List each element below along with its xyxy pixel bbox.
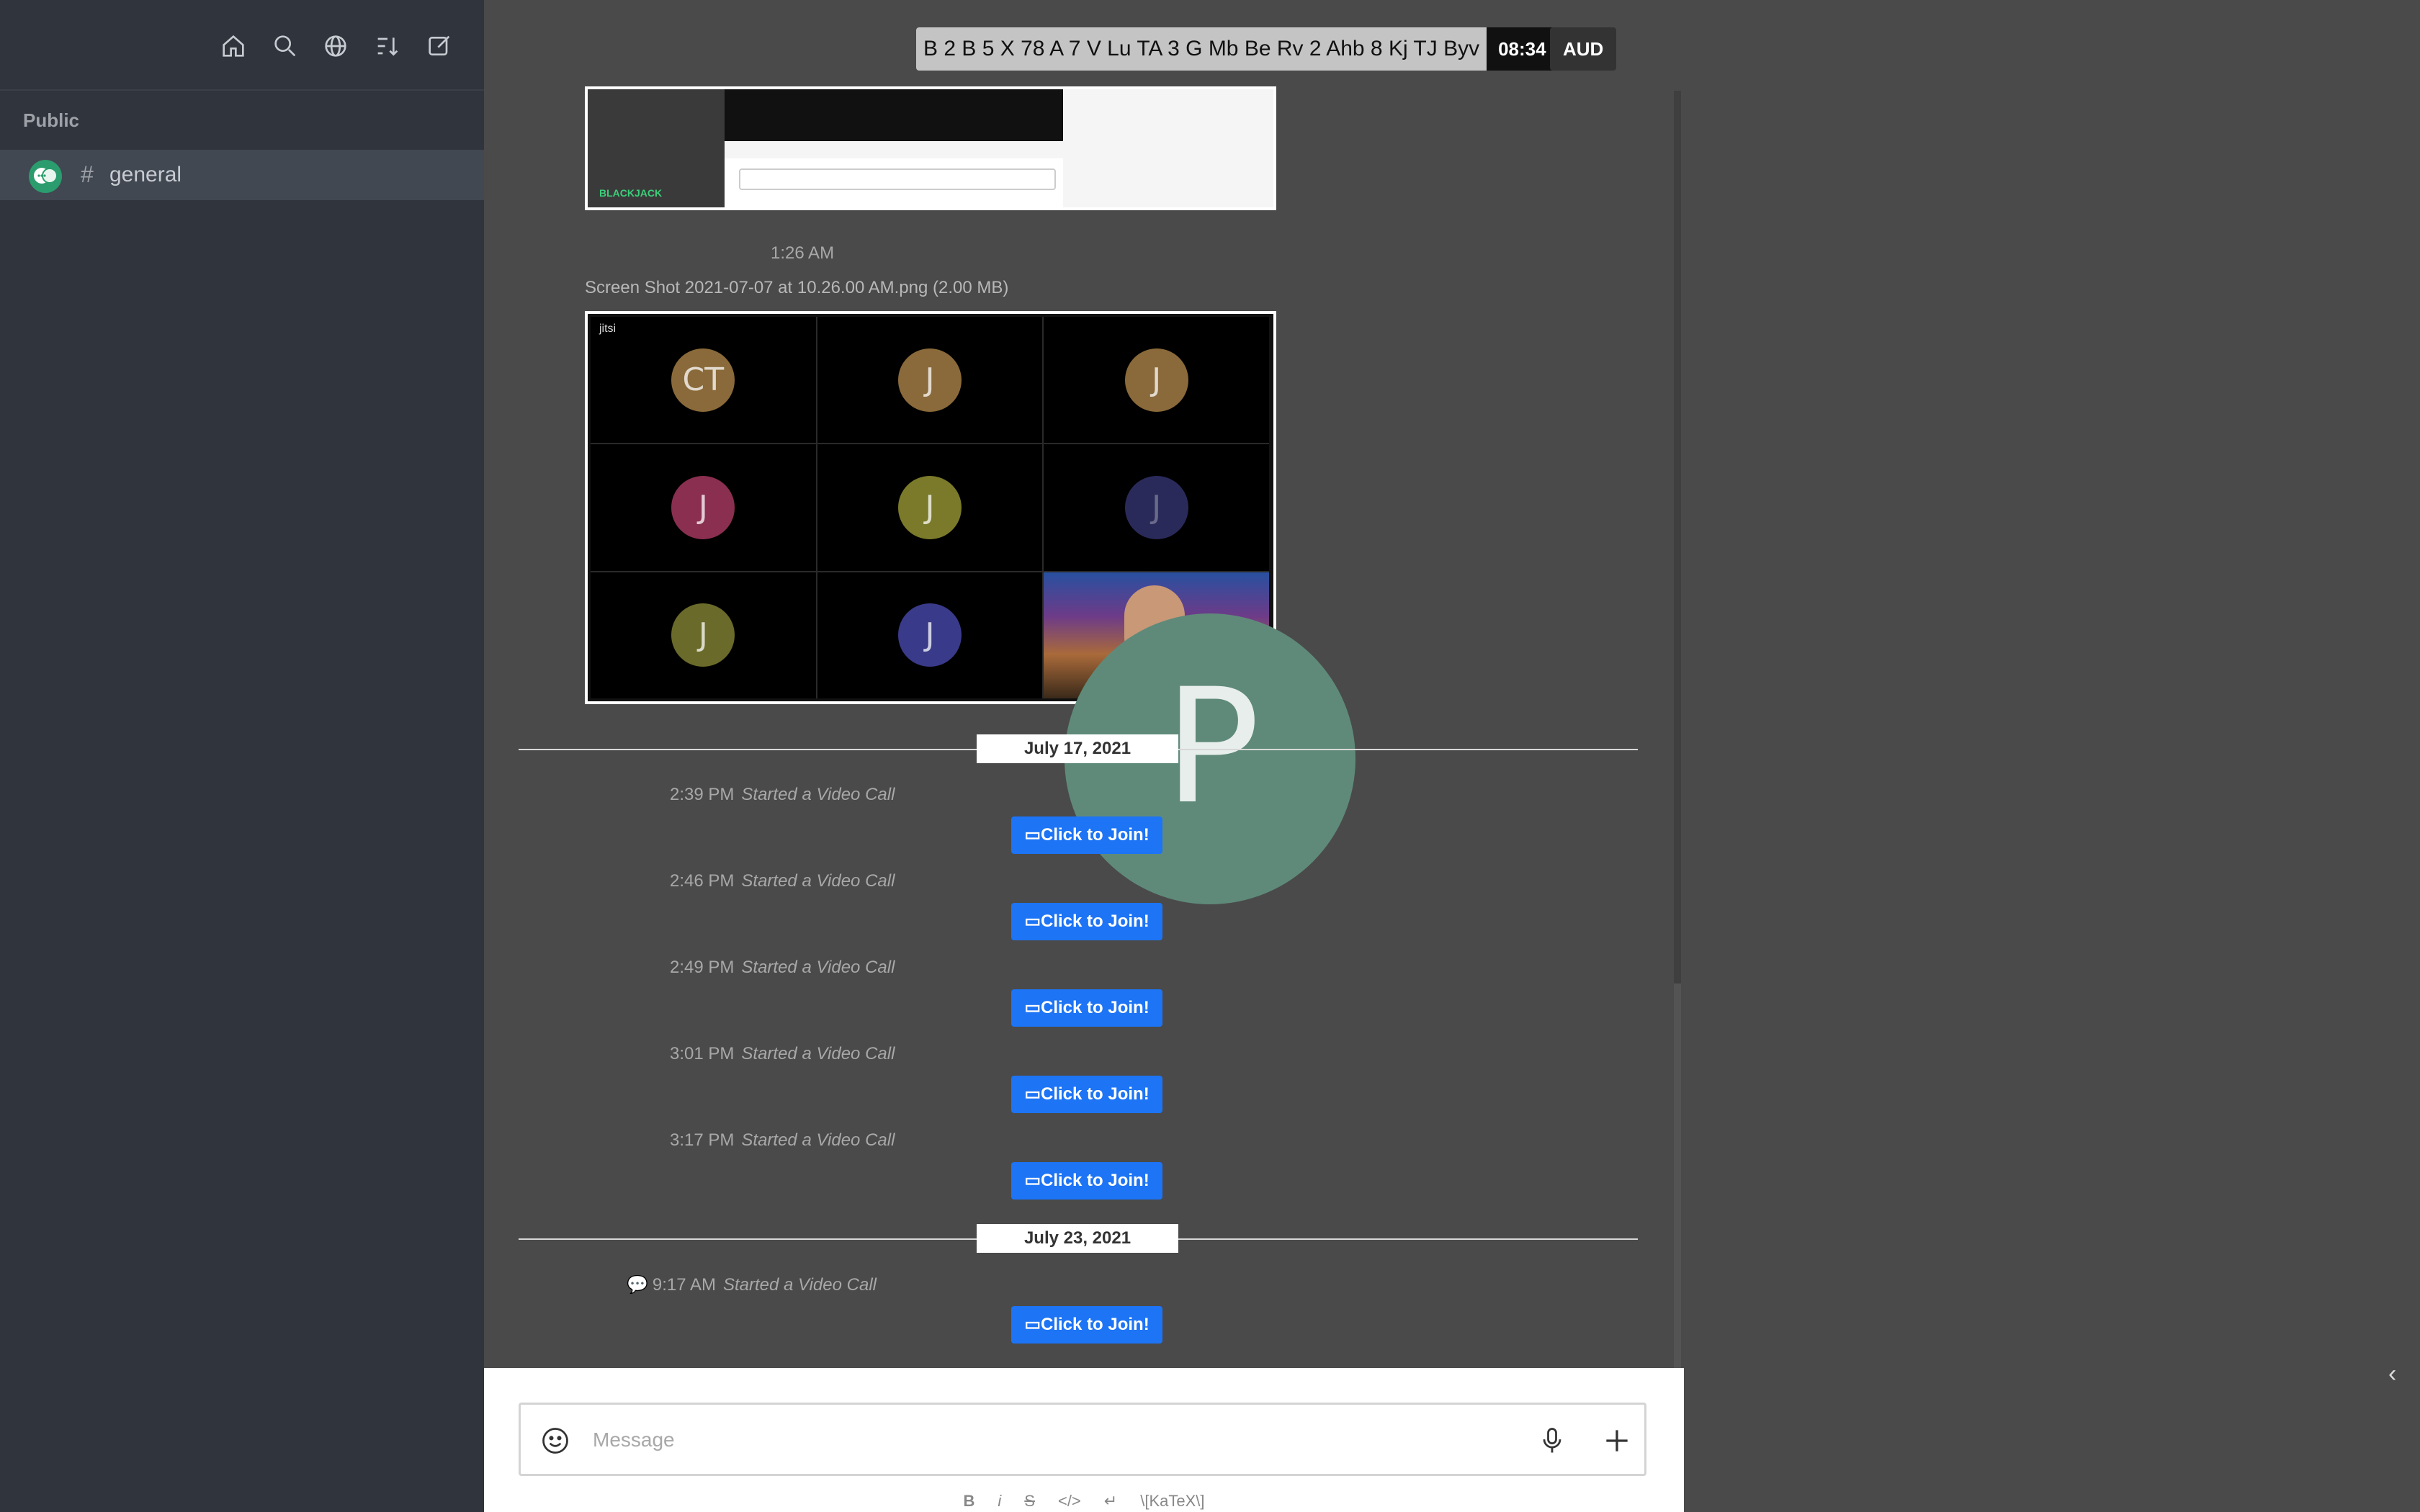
jitsi-label: jitsi xyxy=(599,323,617,335)
participant-avatar: J xyxy=(1124,348,1188,412)
sort-icon[interactable] xyxy=(373,32,402,60)
participant-avatar: J xyxy=(671,603,735,667)
video-tile: J xyxy=(817,572,1043,698)
join-call-button[interactable]: ▭Click to Join! xyxy=(1011,816,1162,854)
join-call-label: Click to Join! xyxy=(1041,1315,1150,1334)
message-time: 2:39 PM xyxy=(670,785,735,804)
message-text: Started a Video Call xyxy=(741,785,895,804)
video-icon: ▭ xyxy=(1024,1315,1041,1334)
file-name-label[interactable]: Screen Shot 2021-07-07 at 10.26.00 AM.pn… xyxy=(585,278,1008,298)
call-message: 2:39 PM Started a Video Call xyxy=(670,785,895,805)
hash-icon: # xyxy=(81,161,94,187)
video-tile: J xyxy=(1044,317,1269,444)
bold-button[interactable]: B xyxy=(964,1492,975,1511)
video-icon: ▭ xyxy=(1024,998,1041,1017)
call-message: 3:01 PM Started a Video Call xyxy=(670,1044,895,1064)
join-call-button[interactable]: ▭Click to Join! xyxy=(1011,1162,1162,1200)
join-call-button[interactable]: ▭Click to Join! xyxy=(1011,1306,1162,1344)
video-tile: J xyxy=(1044,444,1269,571)
composer-area: B i S </> ↵ \[KaTeX\] xyxy=(484,1368,1684,1512)
italic-button[interactable]: i xyxy=(998,1492,1001,1511)
plus-icon[interactable] xyxy=(1601,1425,1633,1457)
video-tile: jitsi CT xyxy=(591,317,816,444)
image-sidebar-region: BLACKJACK xyxy=(588,89,725,207)
join-call-label: Click to Join! xyxy=(1041,1084,1150,1104)
message-time: 9:17 AM xyxy=(652,1275,716,1295)
message-time: 2:49 PM xyxy=(670,958,735,977)
search-icon[interactable] xyxy=(271,32,300,60)
message-time: 1:26 AM xyxy=(771,243,835,263)
katex-button[interactable]: \[KaTeX\] xyxy=(1140,1492,1204,1511)
multiline-button[interactable]: ↵ xyxy=(1104,1492,1117,1511)
video-tile: J xyxy=(591,572,816,698)
message-time: 3:01 PM xyxy=(670,1044,735,1063)
message-time: 2:46 PM xyxy=(670,871,735,891)
sidebar-item-general[interactable]: # general xyxy=(0,150,484,200)
sidebar: Public # general xyxy=(0,0,484,1512)
join-call-label: Click to Join! xyxy=(1041,912,1150,931)
join-call-label: Click to Join! xyxy=(1041,998,1150,1017)
microphone-icon[interactable] xyxy=(1536,1425,1568,1457)
video-tile: J xyxy=(817,317,1043,444)
compose-icon[interactable] xyxy=(425,32,454,60)
message-composer xyxy=(519,1403,1646,1476)
chevron-left-icon[interactable]: ‹ xyxy=(2388,1359,2411,1388)
call-message: 2:49 PM Started a Video Call xyxy=(670,958,895,978)
join-call-button[interactable]: ▭Click to Join! xyxy=(1011,1076,1162,1113)
section-public-title: Public xyxy=(23,109,80,131)
message-text: Started a Video Call xyxy=(741,1044,895,1063)
sidebar-toolbar xyxy=(0,0,484,91)
video-tile: J xyxy=(591,444,816,571)
participant-avatar: CT xyxy=(671,348,735,412)
message-text: Started a Video Call xyxy=(741,1130,895,1150)
message-text: Started a Video Call xyxy=(741,958,895,977)
ticker-text: B 2 B 5 X 78 A 7 V Lu TA 3 G Mb Be Rv 2 … xyxy=(916,27,1487,71)
overlay-ticker: B 2 B 5 X 78 A 7 V Lu TA 3 G Mb Be Rv 2 … xyxy=(916,27,1558,71)
participant-avatar: J xyxy=(671,475,735,539)
video-icon: ▭ xyxy=(1024,825,1041,845)
message-input[interactable] xyxy=(593,1419,1529,1461)
message-time: 3:17 PM xyxy=(670,1130,735,1150)
call-message: 3:17 PM Started a Video Call xyxy=(670,1130,895,1151)
blackjack-logo: BLACKJACK xyxy=(599,187,663,199)
image-composer-region xyxy=(725,158,1063,207)
emoji-icon[interactable] xyxy=(539,1425,571,1457)
thread-icon[interactable]: 💬 xyxy=(627,1275,648,1295)
home-icon[interactable] xyxy=(219,32,248,60)
video-icon: ▭ xyxy=(1024,1084,1041,1104)
participant-avatar: J xyxy=(897,348,962,412)
channel-name: general xyxy=(109,163,182,186)
scrollbar-thumb[interactable] xyxy=(1674,984,1681,1368)
currency-label: AUD xyxy=(1550,27,1617,71)
join-call-button[interactable]: ▭Click to Join! xyxy=(1011,989,1162,1027)
globe-icon[interactable] xyxy=(321,32,350,60)
image-input-box xyxy=(739,168,1056,190)
video-icon: ▭ xyxy=(1024,912,1041,931)
ticker-time: 08:34 xyxy=(1487,27,1558,71)
message-text: Started a Video Call xyxy=(722,1275,877,1295)
join-call-label: Click to Join! xyxy=(1041,825,1150,845)
join-call-label: Click to Join! xyxy=(1041,1171,1150,1190)
day-divider-label: July 17, 2021 xyxy=(977,734,1178,763)
day-divider-label: July 23, 2021 xyxy=(977,1224,1178,1253)
participant-avatar: J xyxy=(1124,475,1188,539)
join-call-button[interactable]: ▭Click to Join! xyxy=(1011,903,1162,940)
attachment-image-1[interactable]: BLACKJACK xyxy=(585,86,1276,210)
formatting-toolbar: B i S </> ↵ \[KaTeX\] xyxy=(484,1490,1684,1512)
call-message: 2:46 PM Started a Video Call xyxy=(670,871,895,891)
call-message: 💬 9:17 AM Started a Video Call xyxy=(627,1274,877,1295)
message-text: Started a Video Call xyxy=(741,871,895,891)
video-tile: J xyxy=(817,444,1043,571)
participant-avatar: J xyxy=(897,603,962,667)
channel-avatar xyxy=(29,160,62,193)
participant-avatar: J xyxy=(897,475,962,539)
video-icon: ▭ xyxy=(1024,1171,1041,1190)
image-video-strip xyxy=(725,89,1063,141)
strike-button[interactable]: S xyxy=(1024,1492,1035,1511)
code-button[interactable]: </> xyxy=(1058,1492,1081,1511)
